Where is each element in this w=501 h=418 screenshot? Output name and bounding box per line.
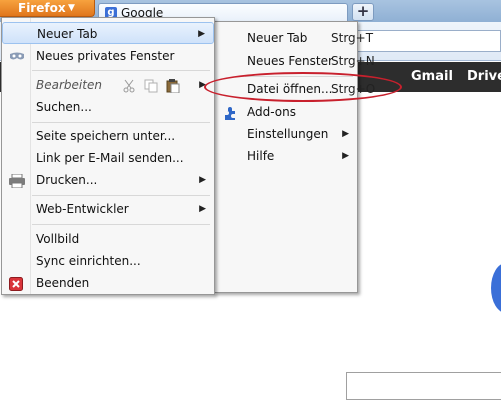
paste-icon[interactable] xyxy=(166,78,180,94)
shortcut-label: Strg+N xyxy=(331,54,375,68)
menu-item-label: Web-Entwickler xyxy=(36,202,129,216)
menu-item-settings[interactable]: Einstellungen ▶ xyxy=(215,123,357,145)
firefox-menu-left-column: Neuer Tab ▶ Neues privates Fenster Bearb… xyxy=(1,17,215,295)
chevron-right-icon: ▶ xyxy=(198,29,205,39)
private-mask-icon xyxy=(9,49,24,63)
puzzle-piece-icon xyxy=(223,105,237,120)
menu-item-sync-setup[interactable]: Sync einrichten... xyxy=(2,250,214,272)
menu-item-label: Neues privates Fenster xyxy=(36,49,175,63)
menu-item-save-page[interactable]: Seite speichern unter... xyxy=(2,125,214,147)
chevron-right-icon: ▶ xyxy=(342,151,349,161)
menu-item-fullscreen[interactable]: Vollbild xyxy=(2,228,214,250)
menu-item-web-developer[interactable]: Web-Entwickler ▶ xyxy=(2,198,214,220)
shortcut-label: Strg+T xyxy=(331,31,374,45)
menu-item-label: Neuer Tab xyxy=(37,27,98,41)
menu-separator xyxy=(32,195,210,196)
menu-item-label: Drucken... xyxy=(36,173,98,187)
menu-item-label: Link per E-Mail senden... xyxy=(36,151,184,165)
cut-icon[interactable] xyxy=(122,78,136,93)
menu-item-new-window[interactable]: Neues Fenster Strg+N xyxy=(215,50,375,72)
menu-item-help[interactable]: Hilfe ▶ xyxy=(215,145,357,167)
menu-item-label: Vollbild xyxy=(36,232,80,246)
menu-separator xyxy=(32,224,210,225)
dropdown-arrow-icon: ▼ xyxy=(68,3,75,13)
firefox-button-label: Firefox xyxy=(18,1,66,15)
firefox-menu-right-column: Neuer Tab Strg+T Neues Fenster Strg+N Da… xyxy=(214,21,375,293)
menu-item-add-ons[interactable]: Add-ons xyxy=(215,101,357,123)
menu-item-label: Einstellungen xyxy=(247,127,329,141)
menu-item-new-tab[interactable]: Neuer Tab Strg+T xyxy=(215,27,373,49)
menu-item-edit[interactable]: Bearbeiten ▶ xyxy=(2,74,214,96)
menu-item-print[interactable]: Drucken... ▶ xyxy=(2,169,214,191)
menu-item-label: Neuer Tab xyxy=(247,31,308,45)
menu-item-label: Beenden xyxy=(36,276,90,290)
menu-item-label: Hilfe xyxy=(247,149,275,163)
drive-link[interactable]: Drive xyxy=(467,69,501,84)
annotation-ellipse xyxy=(204,72,402,102)
copy-icon[interactable] xyxy=(144,78,158,93)
chevron-right-icon: ▶ xyxy=(199,175,206,185)
menu-item-label: Add-ons xyxy=(247,105,296,119)
quit-icon xyxy=(9,276,23,291)
menu-item-label: Sync einrichten... xyxy=(36,254,141,268)
printer-icon xyxy=(9,173,25,189)
menu-item-email-link[interactable]: Link per E-Mail senden... xyxy=(2,147,214,169)
search-input[interactable] xyxy=(346,372,501,400)
menu-separator xyxy=(32,70,210,71)
menu-item-label: Neues Fenster xyxy=(247,54,333,68)
google-logo xyxy=(491,263,501,313)
menu-item-label: Seite speichern unter... xyxy=(36,129,176,143)
new-tab-button[interactable]: + xyxy=(352,3,374,21)
menu-item-new-tab-submenu[interactable]: Neuer Tab ▶ xyxy=(2,22,214,44)
menu-item-label: Suchen... xyxy=(36,100,92,114)
menu-item-find[interactable]: Suchen... xyxy=(2,96,214,118)
menu-item-label: Bearbeiten xyxy=(36,78,102,92)
menu-separator xyxy=(32,122,210,123)
chevron-right-icon: ▶ xyxy=(342,129,349,139)
firefox-menu-button[interactable]: Firefox ▼ xyxy=(0,0,95,17)
menu-item-quit[interactable]: Beenden xyxy=(2,272,214,294)
menu-item-private-window[interactable]: Neues privates Fenster xyxy=(2,45,214,67)
gmail-link[interactable]: Gmail xyxy=(411,69,453,84)
chevron-right-icon: ▶ xyxy=(199,204,206,214)
